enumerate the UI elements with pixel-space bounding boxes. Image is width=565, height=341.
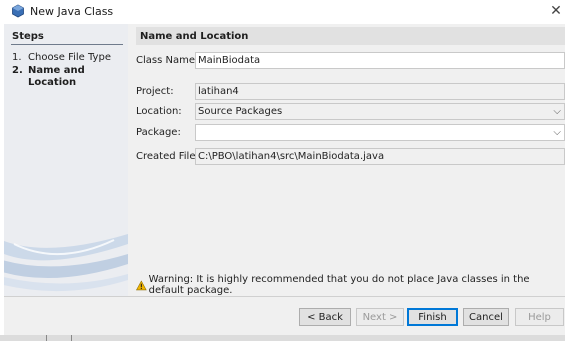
background-window-divider [46,335,72,341]
package-combobox[interactable]: ⌵ [195,124,565,141]
class-name-input[interactable]: MainBiodata [195,52,565,69]
section-title: Name and Location [140,31,249,42]
warning-text: Warning: It is highly recommended that y… [148,274,530,296]
steps-panel: Steps 1. Choose File Type 2. Name and Lo… [4,24,128,296]
warning-message: Warning: It is highly recommended that y… [136,274,565,296]
main-panel: Name and Location Class Name: MainBiodat… [128,24,565,296]
project-field: latihan4 [195,83,565,100]
help-button[interactable]: Help [515,308,564,326]
finish-button[interactable]: Finish [407,308,458,326]
footer-divider [4,296,565,297]
decorative-swoosh [4,234,128,292]
chevron-down-icon: ⌵ [553,127,561,138]
steps-divider [11,44,123,45]
next-button[interactable]: Next > [356,308,404,326]
steps-title: Steps [12,31,44,42]
title-bar: New Java Class ✕ [0,0,565,24]
close-button[interactable]: ✕ [548,3,564,19]
package-label: Package: [136,127,181,138]
step-choose-file-type: 1. Choose File Type [12,52,111,63]
dialog-body: Steps 1. Choose File Type 2. Name and Lo… [4,24,565,335]
location-label: Location: [136,106,182,117]
background-window-strip [0,335,565,341]
close-icon: ✕ [550,3,562,19]
location-select[interactable]: Source Packages ⌵ [195,103,565,120]
created-file-field: C:\PBO\latihan4\src\MainBiodata.java [195,148,565,165]
window-title: New Java Class [30,5,114,18]
back-button[interactable]: < Back [299,308,351,326]
created-file-label: Created File: [136,151,199,162]
cancel-button[interactable]: Cancel [463,308,509,326]
class-name-label: Class Name: [136,55,199,66]
java-app-icon [12,4,24,18]
section-header: Name and Location [136,27,565,45]
chevron-down-icon: ⌵ [553,106,561,117]
project-label: Project: [136,86,174,97]
warning-icon [136,279,147,290]
step-name-and-location: 2. Name and Location [12,65,85,88]
